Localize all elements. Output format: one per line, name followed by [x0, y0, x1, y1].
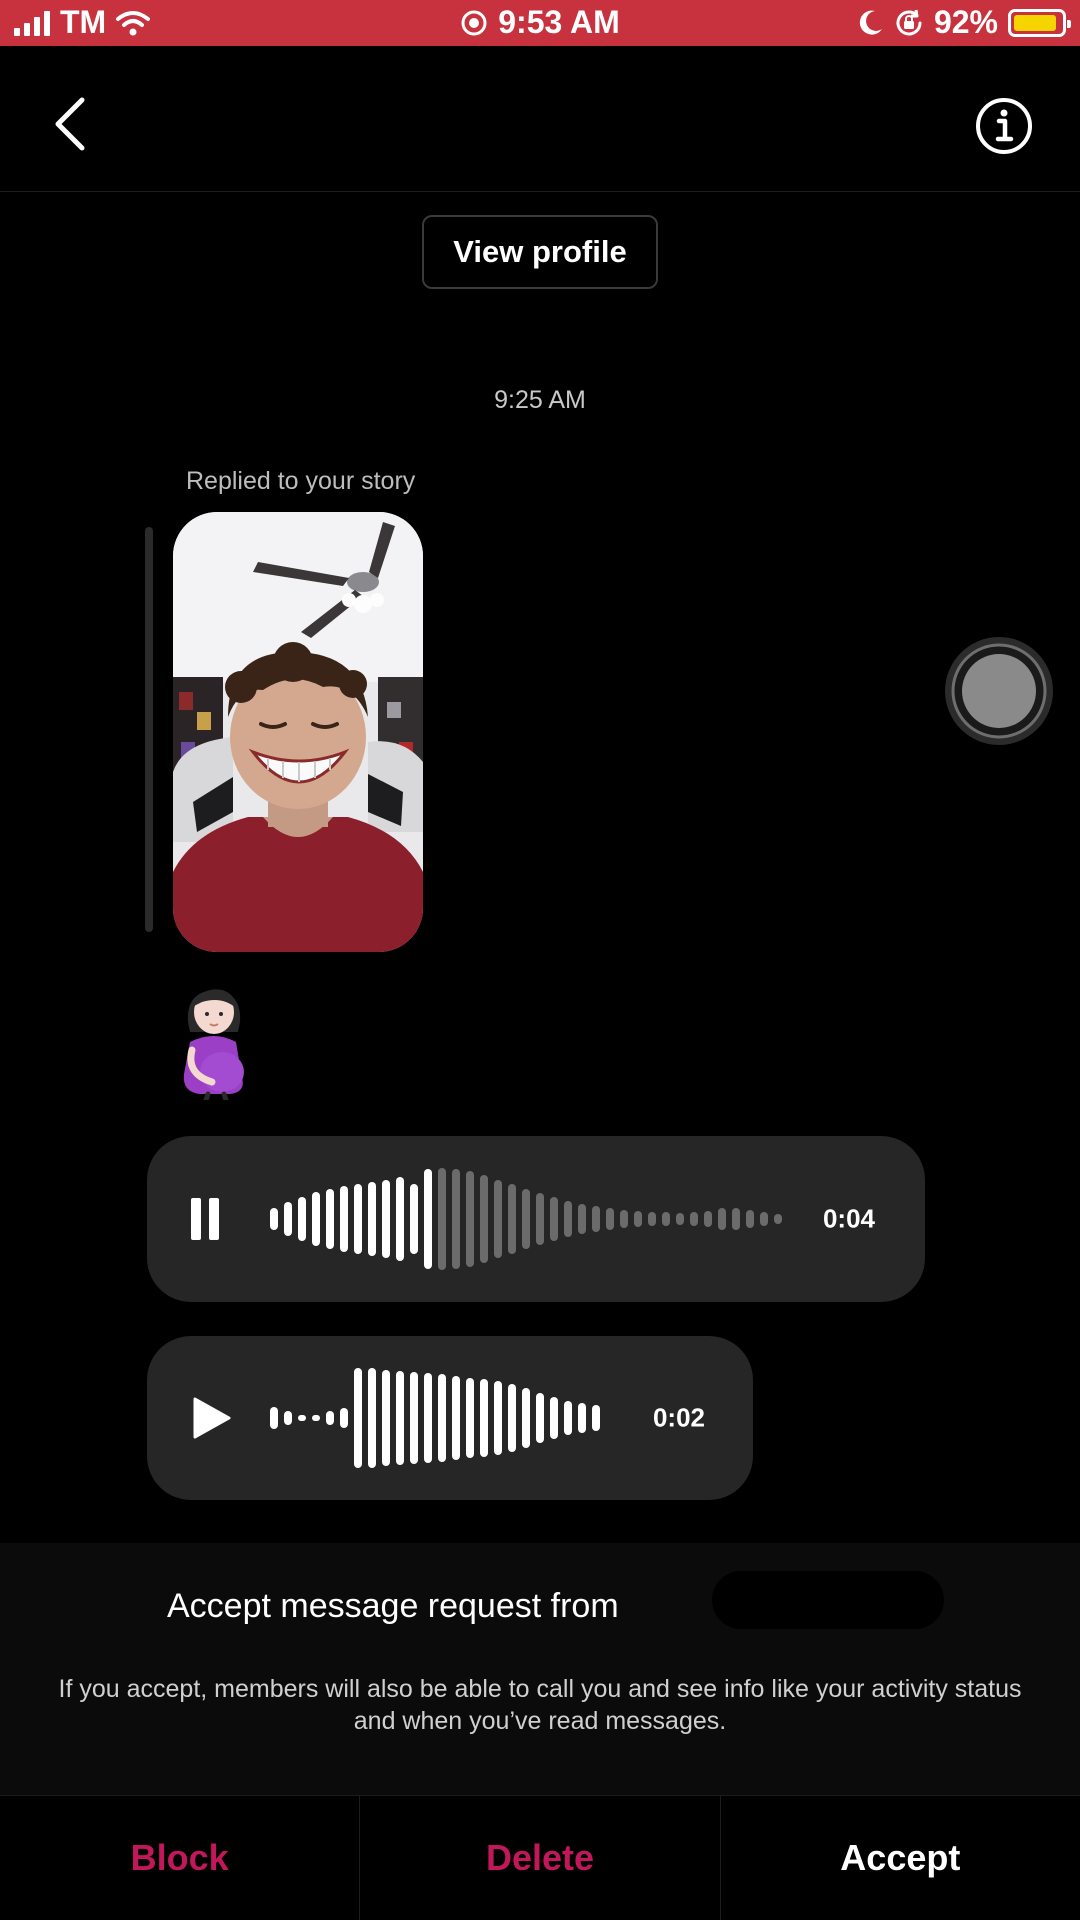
waveform-bar — [382, 1370, 390, 1466]
waveform-bar — [466, 1378, 474, 1458]
waveform-bar — [340, 1408, 348, 1428]
voice-message[interactable]: 0:02 — [147, 1336, 753, 1500]
redacted-username — [712, 1571, 944, 1629]
orientation-lock-icon — [896, 9, 922, 35]
waveform-bar — [424, 1373, 432, 1463]
waveform-bar — [494, 1180, 502, 1258]
thread-header — [0, 46, 1080, 192]
waveform-bar — [396, 1177, 404, 1261]
waveform-bar — [522, 1189, 530, 1249]
waveform-bar — [326, 1411, 334, 1425]
waveform-bar — [270, 1208, 278, 1230]
location-icon — [461, 10, 487, 35]
waveform-bar — [466, 1171, 474, 1267]
request-title: Accept message request from — [167, 1587, 619, 1625]
waveform-bar — [452, 1169, 460, 1269]
waveform-bar — [368, 1368, 376, 1468]
voice-waveform[interactable] — [270, 1136, 782, 1302]
status-bar: TM 9:53 AM 92% — [0, 0, 1080, 46]
waveform-bar — [634, 1211, 642, 1227]
waveform-bar — [410, 1372, 418, 1464]
waveform-bar — [368, 1182, 376, 1256]
floating-record-icon[interactable] — [944, 636, 1054, 746]
waveform-bar — [298, 1197, 306, 1241]
story-image — [173, 512, 423, 952]
waveform-bar — [760, 1212, 768, 1226]
waveform-bar — [438, 1168, 446, 1270]
clock: 9:53 AM — [498, 4, 620, 40]
play-icon[interactable] — [193, 1397, 231, 1439]
voice-duration: 0:04 — [822, 1203, 875, 1234]
waveform-bar — [508, 1384, 516, 1452]
waveform-bar — [312, 1415, 320, 1421]
waveform-bar — [578, 1204, 586, 1234]
moon-icon — [859, 10, 882, 35]
waveform-bar — [732, 1208, 740, 1230]
waveform-bar — [508, 1184, 516, 1254]
accept-button[interactable]: Accept — [721, 1796, 1080, 1920]
waveform-bar — [284, 1202, 292, 1236]
waveform-bar — [606, 1208, 614, 1230]
waveform-bar — [746, 1210, 754, 1228]
waveform-bar — [354, 1368, 362, 1468]
waveform-bar — [494, 1381, 502, 1455]
waveform-bar — [312, 1192, 320, 1246]
request-description: If you accept, members will also be able… — [58, 1675, 1022, 1735]
reply-indicator-bar — [145, 527, 153, 932]
waveform-bar — [340, 1186, 348, 1252]
waveform-bar — [382, 1180, 390, 1258]
voice-message[interactable]: 0:04 — [147, 1136, 925, 1302]
block-button[interactable]: Block — [0, 1796, 361, 1920]
waveform-bar — [452, 1376, 460, 1460]
chevron-left-icon[interactable] — [50, 94, 90, 154]
waveform-bar — [480, 1379, 488, 1457]
waveform-bar — [522, 1388, 530, 1448]
waveform-bar — [662, 1212, 670, 1226]
waveform-bar — [438, 1374, 446, 1462]
waveform-bar — [396, 1371, 404, 1465]
waveform-bar — [676, 1213, 684, 1225]
battery-icon — [1008, 8, 1071, 37]
waveform-bar — [648, 1212, 656, 1226]
waveform-bar — [774, 1214, 782, 1224]
delete-button[interactable]: Delete — [360, 1796, 721, 1920]
waveform-bar — [550, 1397, 558, 1439]
waveform-bar — [410, 1184, 418, 1254]
waveform-bar — [718, 1208, 726, 1230]
waveform-bar — [550, 1197, 558, 1241]
waveform-bar — [564, 1401, 572, 1435]
battery-percent: 92% — [933, 4, 998, 40]
waveform-bar — [284, 1411, 292, 1425]
request-actions: Block Delete Accept — [0, 1795, 1080, 1920]
voice-duration: 0:02 — [652, 1402, 705, 1433]
waveform-bar — [690, 1212, 698, 1226]
waveform-bar — [620, 1210, 628, 1228]
voice-waveform[interactable] — [270, 1336, 600, 1500]
waveform-bar — [578, 1403, 586, 1433]
waveform-bar — [592, 1206, 600, 1232]
info-circle-icon[interactable] — [974, 96, 1034, 156]
waveform-bar — [424, 1169, 432, 1269]
view-profile-button[interactable]: View profile — [422, 215, 658, 289]
waveform-bar — [480, 1175, 488, 1263]
waveform-bar — [298, 1415, 306, 1421]
pause-icon[interactable] — [191, 1198, 221, 1240]
direct-message-request-screen: TM 9:53 AM 92% View profile 9:25 AM Repl… — [0, 0, 1080, 1920]
waveform-bar — [354, 1184, 362, 1254]
waveform-bar — [704, 1211, 712, 1227]
waveform-bar — [592, 1405, 600, 1431]
waveform-bar — [536, 1193, 544, 1245]
story-reply-label: Replied to your story — [186, 467, 416, 495]
waveform-bar — [270, 1407, 278, 1429]
story-thumbnail[interactable] — [173, 512, 423, 952]
message-timestamp: 9:25 AM — [494, 386, 586, 414]
pregnant-woman-emoji-icon — [183, 989, 244, 1100]
message-request-panel: Accept message request from If you accep… — [0, 1543, 1080, 1795]
waveform-bar — [564, 1201, 572, 1237]
waveform-bar — [536, 1393, 544, 1443]
waveform-bar — [326, 1189, 334, 1249]
